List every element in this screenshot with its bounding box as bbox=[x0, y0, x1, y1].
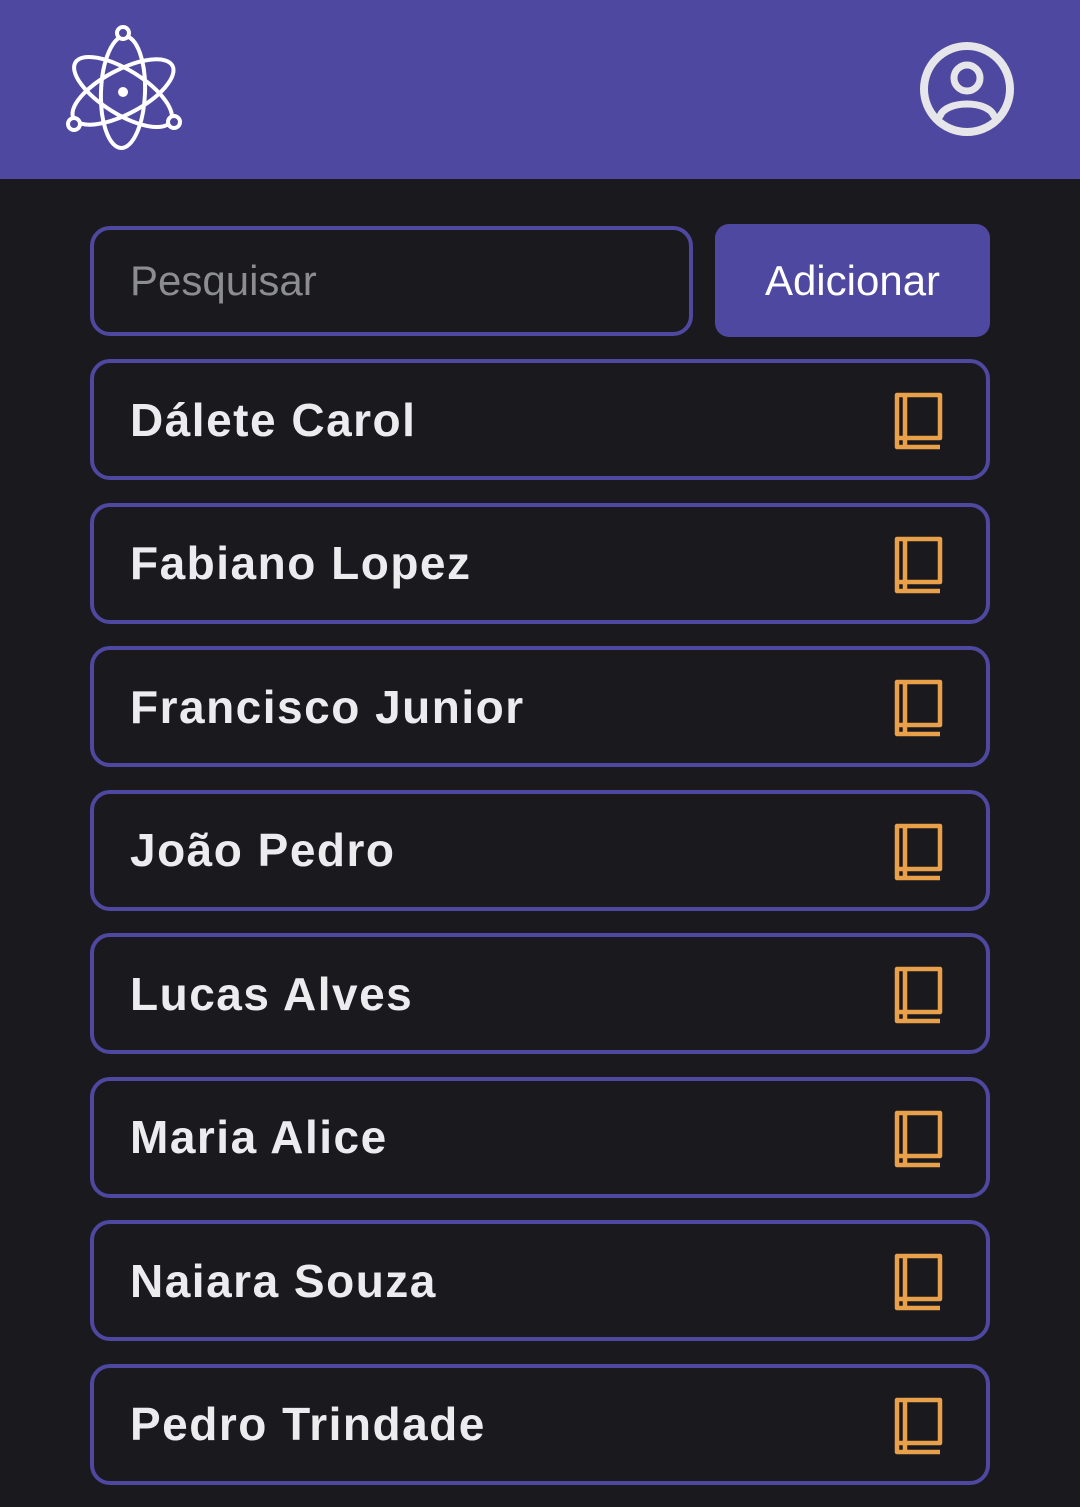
book-icon[interactable] bbox=[894, 822, 944, 882]
book-icon[interactable] bbox=[894, 1252, 944, 1312]
book-icon[interactable] bbox=[894, 1396, 944, 1456]
book-icon[interactable] bbox=[894, 535, 944, 595]
book-icon[interactable] bbox=[894, 965, 944, 1025]
list-item[interactable]: João Pedro bbox=[90, 789, 990, 911]
list-item-label: Lucas Alves bbox=[130, 967, 414, 1020]
atom-logo-icon bbox=[66, 25, 182, 150]
list-item[interactable]: Fabiano Lopez bbox=[90, 502, 990, 624]
search-input[interactable] bbox=[90, 226, 693, 336]
add-button[interactable]: Adicionar bbox=[715, 224, 990, 337]
list-item[interactable]: Pedro Trindade bbox=[90, 1363, 990, 1485]
list-item-label: Francisco Junior bbox=[130, 680, 525, 733]
app-header bbox=[0, 0, 1080, 179]
book-icon[interactable] bbox=[894, 678, 944, 738]
list-item-label: João Pedro bbox=[130, 824, 396, 876]
list-item[interactable]: Naiara Souza bbox=[90, 1220, 990, 1341]
list-item[interactable]: Maria Alice bbox=[90, 1076, 990, 1198]
name-list: Dálete Carol Fabiano Lopez Francisco Jun… bbox=[90, 359, 990, 1507]
list-item[interactable]: Lucas Alves bbox=[90, 933, 990, 1054]
list-item-label: Fabiano Lopez bbox=[130, 537, 472, 589]
user-circle-icon[interactable] bbox=[918, 40, 1016, 138]
book-icon[interactable] bbox=[894, 1109, 944, 1169]
list-item[interactable]: Dálete Carol bbox=[90, 359, 990, 480]
list-item-label: Maria Alice bbox=[130, 1111, 388, 1163]
list-item-label: Pedro Trindade bbox=[130, 1398, 486, 1450]
list-item-label: Dálete Carol bbox=[130, 393, 417, 446]
list-item[interactable]: Francisco Junior bbox=[90, 646, 990, 767]
book-icon[interactable] bbox=[894, 391, 944, 451]
list-item-label: Naiara Souza bbox=[130, 1254, 437, 1307]
